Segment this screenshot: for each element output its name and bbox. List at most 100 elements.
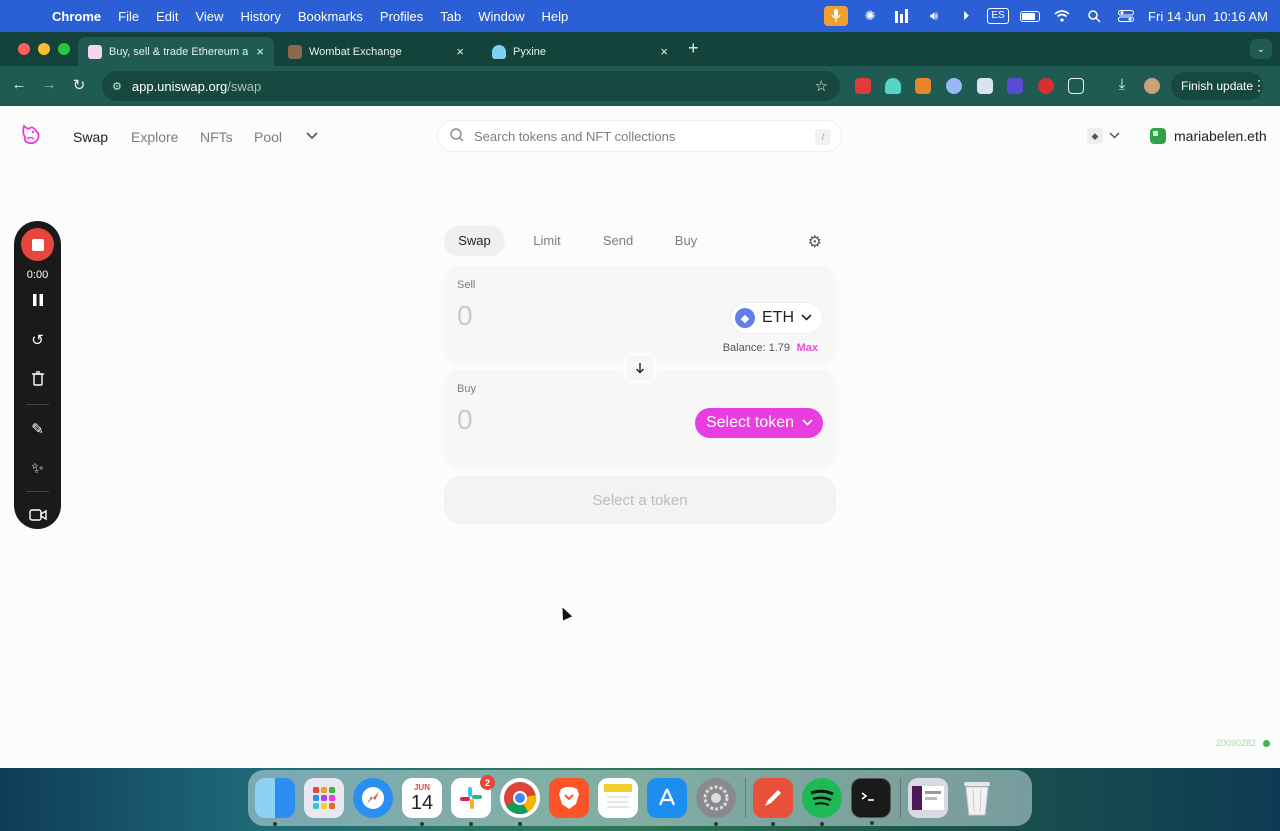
max-button[interactable]: Max (797, 342, 818, 354)
menu-view[interactable]: View (195, 9, 223, 24)
pencil-icon[interactable]: ✎ (14, 420, 61, 438)
tab-limit[interactable]: Limit (524, 226, 570, 256)
pause-icon[interactable] (14, 293, 61, 311)
notes-icon[interactable] (598, 778, 638, 818)
menu-app-name[interactable]: Chrome (52, 9, 101, 24)
brightness-icon[interactable]: ✺ (860, 7, 880, 25)
extensions-puzzle-icon[interactable] (1068, 78, 1084, 94)
camera-icon[interactable] (14, 508, 61, 525)
menu-history[interactable]: History (240, 9, 280, 24)
clock-datetime[interactable]: Fri 14 Jun 10:16 AM (1148, 9, 1268, 24)
terminal-icon[interactable] (851, 778, 891, 825)
new-tab-icon[interactable]: + (688, 38, 699, 59)
url-path: /swap (227, 78, 262, 94)
settings-gear-icon[interactable]: ⚙︎ (808, 232, 822, 252)
tab-search-chevron-icon[interactable]: ⌄ (1250, 39, 1272, 59)
network-selector[interactable]: ◆ (1087, 128, 1120, 144)
nav-nfts[interactable]: NFTs (200, 129, 233, 145)
select-token-button[interactable]: Select token (694, 408, 823, 438)
extension-circle-icon[interactable] (946, 78, 962, 94)
nav-more-chevron-icon[interactable] (306, 128, 318, 143)
menu-edit[interactable]: Edit (156, 9, 178, 24)
control-center-icon[interactable] (1116, 7, 1136, 25)
tab-swap[interactable]: Swap (444, 226, 505, 256)
system-settings-gear-icon[interactable] (696, 778, 736, 826)
bookmark-star-icon[interactable]: ☆ (815, 77, 828, 95)
trash-bin-icon[interactable] (957, 778, 997, 818)
extension-red-icon[interactable] (855, 78, 871, 94)
safari-compass-icon[interactable] (353, 778, 393, 818)
nav-swap[interactable]: Swap (73, 129, 108, 145)
buy-amount-input[interactable]: 0 (457, 404, 473, 436)
browser-toolbar: ← → ↻ ⚙︎ app.uniswap.org/swap ☆ ⤓ Finish… (0, 66, 1280, 106)
input-source-indicator[interactable]: ES (987, 7, 1009, 25)
audio-bars-icon[interactable] (892, 7, 912, 25)
spotify-icon[interactable] (802, 778, 842, 826)
profile-avatar-icon[interactable] (1144, 78, 1160, 94)
uniswap-logo-icon[interactable] (18, 122, 44, 148)
tab-pyxine[interactable]: Pyxine × (482, 37, 678, 66)
effects-wand-icon[interactable]: ✨︎ (14, 460, 61, 477)
close-tab-icon[interactable]: × (456, 44, 464, 59)
play-circle-icon[interactable]: ⏵︎ (956, 7, 976, 25)
close-tab-icon[interactable]: × (256, 44, 264, 59)
chrome-menu-icon[interactable]: ⋮ (1252, 77, 1266, 94)
site-settings-icon[interactable]: ⚙︎ (112, 80, 122, 93)
zoom-window-button[interactable] (58, 43, 70, 55)
wifi-icon[interactable] (1052, 7, 1072, 25)
trash-icon[interactable] (14, 371, 61, 390)
minimize-window-button[interactable] (38, 43, 50, 55)
close-window-button[interactable] (18, 43, 30, 55)
restart-icon[interactable]: ↺ (14, 331, 61, 349)
battery-icon[interactable] (1020, 7, 1041, 25)
sell-token-selector[interactable]: ◆ ETH (731, 303, 822, 333)
menu-window[interactable]: Window (478, 9, 524, 24)
stop-recording-button[interactable] (21, 228, 54, 261)
pen-app-icon[interactable] (753, 778, 793, 826)
metamask-fox-icon[interactable] (915, 78, 931, 94)
brave-lion-icon[interactable] (549, 778, 589, 818)
reload-icon[interactable]: ↻ (69, 76, 89, 94)
back-arrow-icon[interactable]: ← (9, 76, 29, 93)
sell-amount-input[interactable]: 0 (457, 300, 473, 332)
chrome-icon[interactable] (500, 778, 540, 826)
url-text: app.uniswap.org/swap (132, 79, 261, 94)
calendar-icon[interactable]: JUN 14 (402, 778, 442, 826)
slack-icon[interactable]: 2 (451, 775, 495, 826)
select-a-token-button[interactable]: Select a token (444, 476, 836, 524)
chrome-window: Buy, sell & trade Ethereum an × Wombat E… (0, 32, 1280, 768)
nav-explore[interactable]: Explore (131, 129, 178, 145)
account-button[interactable]: mariabelen.eth (1150, 128, 1267, 144)
chevron-down-icon (801, 312, 812, 324)
token-search-input[interactable]: Search tokens and NFT collections / (437, 120, 842, 152)
spotlight-search-icon[interactable] (1084, 7, 1104, 25)
tab-buy[interactable]: Buy (666, 226, 706, 256)
app-store-icon[interactable] (647, 778, 687, 818)
download-icon[interactable]: ⤓ (1112, 76, 1132, 93)
menu-file[interactable]: File (118, 9, 139, 24)
buy-panel: Buy 0 Select token (444, 370, 836, 469)
menu-profiles[interactable]: Profiles (380, 9, 423, 24)
switch-direction-arrow-icon[interactable] (623, 353, 657, 383)
menu-tab[interactable]: Tab (440, 9, 461, 24)
recent-window-thumbnail-icon[interactable] (908, 778, 948, 818)
forward-arrow-icon[interactable]: → (39, 76, 59, 93)
close-tab-icon[interactable]: × (660, 44, 668, 59)
extension-shield-icon[interactable] (1038, 78, 1054, 94)
microphone-icon[interactable] (824, 6, 849, 26)
launchpad-icon[interactable] (304, 778, 344, 818)
extension-ghost-icon[interactable] (885, 78, 901, 94)
tab-send[interactable]: Send (594, 226, 642, 256)
finish-update-button[interactable]: Finish update (1171, 72, 1264, 100)
menu-help[interactable]: Help (542, 9, 569, 24)
nav-pool[interactable]: Pool (254, 129, 282, 145)
address-bar[interactable]: ⚙︎ app.uniswap.org/swap ☆ (102, 71, 840, 101)
tab-uniswap[interactable]: Buy, sell & trade Ethereum an × (78, 37, 274, 66)
slack-notification-badge: 2 (480, 775, 495, 790)
volume-icon[interactable]: 🔊︎ (924, 7, 944, 25)
extension-news-icon[interactable] (977, 78, 993, 94)
menu-bookmarks[interactable]: Bookmarks (298, 9, 363, 24)
tab-wombat[interactable]: Wombat Exchange × (278, 37, 474, 66)
extension-purple-icon[interactable] (1007, 78, 1023, 94)
finder-icon[interactable] (255, 778, 295, 826)
